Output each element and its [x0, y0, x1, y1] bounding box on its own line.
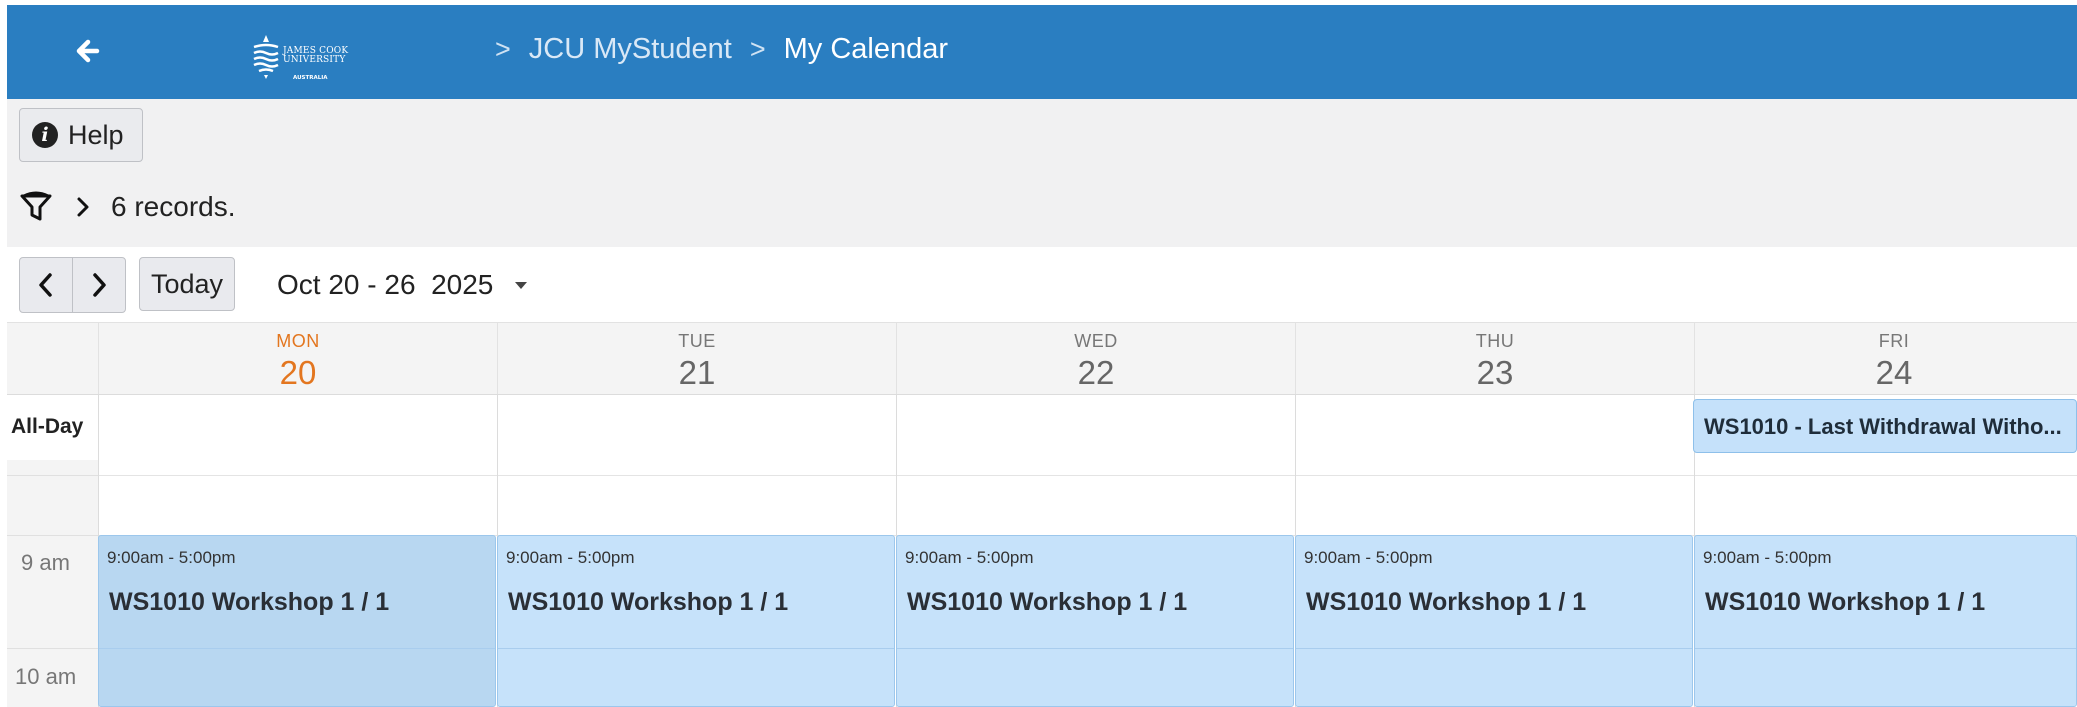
- calendar-event-tue[interactable]: 9:00am - 5:00pm WS1010 Workshop 1 / 1: [497, 535, 895, 707]
- calendar-event-mon[interactable]: 9:00am - 5:00pm WS1010 Workshop 1 / 1: [98, 535, 496, 707]
- prev-week-button[interactable]: [20, 258, 72, 312]
- calendar-event-wed[interactable]: 9:00am - 5:00pm WS1010 Workshop 1 / 1: [896, 535, 1294, 707]
- event-time: 9:00am - 5:00pm: [1703, 548, 1832, 567]
- event-divider: [99, 648, 495, 649]
- all-day-label: All-Day: [11, 415, 84, 438]
- event-time: 9:00am - 5:00pm: [905, 548, 1034, 567]
- filter-icon[interactable]: [19, 190, 53, 224]
- day-header-tue[interactable]: TUE 21: [497, 323, 896, 395]
- toolbar-area: i Help 6 records.: [7, 99, 2077, 247]
- event-time: 9:00am - 5:00pm: [107, 548, 236, 567]
- time-label-10am: 10 am: [15, 664, 77, 689]
- chevron-right-icon[interactable]: [75, 196, 91, 218]
- info-icon: i: [32, 122, 58, 148]
- time-grid: 9 am 10 am 9:00am - 5:00pm WS1010 Worksh…: [7, 460, 2077, 707]
- records-count: 6 records.: [111, 191, 236, 222]
- calendar-event-fri[interactable]: 9:00am - 5:00pm WS1010 Workshop 1 / 1: [1694, 535, 2077, 707]
- date-range-picker[interactable]: Oct 20 - 26 2025: [277, 269, 528, 301]
- calendar-event-thu[interactable]: 9:00am - 5:00pm WS1010 Workshop 1 / 1: [1295, 535, 1693, 707]
- next-week-button[interactable]: [72, 258, 125, 312]
- all-day-row: All-Day WS1010 - Last Withdrawal Witho..…: [7, 394, 2077, 462]
- breadcrumb: > JCU MyStudent > My Calendar: [477, 33, 948, 66]
- time-gutter: 9 am 10 am: [7, 460, 98, 707]
- breadcrumb-my-calendar: My Calendar: [783, 33, 949, 65]
- gutter-line: [7, 648, 98, 649]
- calendar-nav: Today Oct 20 - 26 2025: [7, 247, 2077, 321]
- today-button[interactable]: Today: [139, 257, 235, 311]
- logo-wordmark: JAMES COOK UNIVERSITY: [283, 46, 349, 65]
- jcu-logo[interactable]: JAMES COOK UNIVERSITY AUSTRALIA: [251, 33, 361, 83]
- all-day-event[interactable]: WS1010 - Last Withdrawal Witho...: [1693, 399, 2077, 453]
- all-day-cell[interactable]: [98, 395, 498, 461]
- back-arrow-icon[interactable]: [67, 29, 111, 73]
- help-label: Help: [68, 119, 124, 150]
- event-time: 9:00am - 5:00pm: [506, 548, 635, 567]
- day-header-wed[interactable]: WED 22: [896, 323, 1295, 395]
- event-divider: [498, 648, 894, 649]
- gutter-line: [7, 475, 98, 476]
- all-day-cell[interactable]: [896, 395, 1296, 461]
- app-header: JAMES COOK UNIVERSITY AUSTRALIA > JCU My…: [7, 5, 2077, 99]
- event-title: WS1010 Workshop 1 / 1: [1306, 588, 1587, 616]
- all-day-cell[interactable]: [497, 395, 897, 461]
- day-header-fri[interactable]: FRI 24: [1694, 323, 2077, 395]
- day-header-thu[interactable]: THU 23: [1295, 323, 1694, 395]
- day-header-mon[interactable]: MON 20: [98, 323, 497, 395]
- chevron-right-icon: [93, 273, 106, 297]
- help-button[interactable]: i Help: [19, 108, 143, 162]
- breadcrumb-separator: >: [495, 34, 511, 64]
- prev-next-group: [19, 257, 126, 313]
- event-title: WS1010 Workshop 1 / 1: [1705, 588, 1986, 616]
- event-divider: [1695, 648, 2076, 649]
- filter-row: 6 records.: [19, 187, 236, 227]
- gutter-line: [7, 535, 98, 536]
- event-divider: [897, 648, 1293, 649]
- logo-subtext: AUSTRALIA: [293, 75, 328, 81]
- event-title: WS1010 Workshop 1 / 1: [109, 588, 390, 616]
- day-header-row: MON 20 TUE 21 WED 22 THU 23 FRI 24: [7, 322, 2077, 395]
- event-title: WS1010 Workshop 1 / 1: [508, 588, 789, 616]
- breadcrumb-separator: >: [749, 34, 766, 64]
- breadcrumb-jcu-mystudent[interactable]: JCU MyStudent: [529, 33, 732, 66]
- caret-down-icon: [515, 281, 528, 289]
- event-title: WS1010 Workshop 1 / 1: [907, 588, 1188, 616]
- date-range-label: Oct 20 - 26 2025: [277, 269, 494, 300]
- chevron-left-icon: [39, 273, 52, 297]
- time-label-9am: 9 am: [21, 550, 70, 575]
- event-divider: [1296, 648, 1692, 649]
- event-time: 9:00am - 5:00pm: [1304, 548, 1433, 567]
- all-day-cell[interactable]: [1295, 395, 1695, 461]
